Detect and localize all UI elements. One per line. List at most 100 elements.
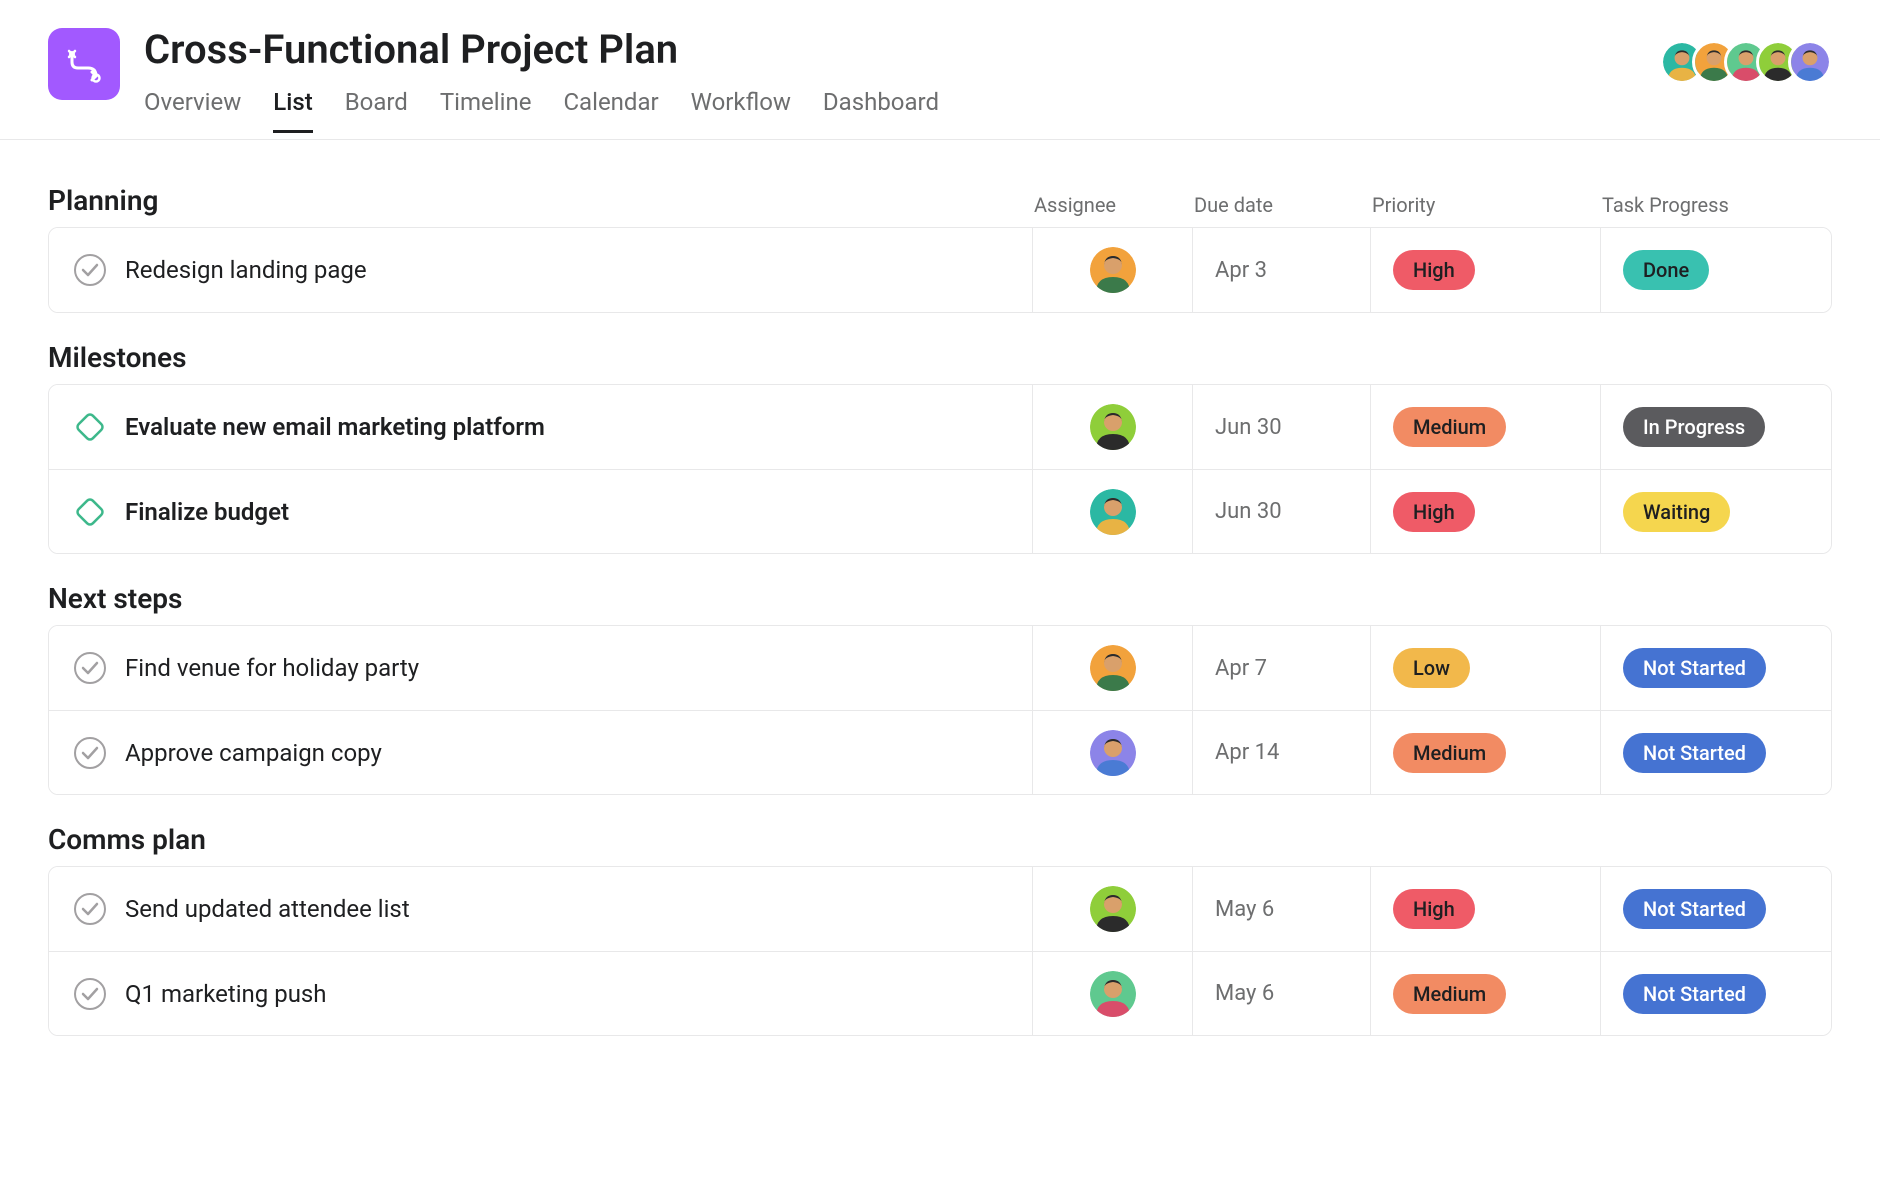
check-circle-icon[interactable] — [73, 977, 107, 1011]
priority-pill: High — [1393, 492, 1475, 532]
task-list: Send updated attendee list May 6HighNot … — [48, 866, 1832, 1036]
progress-pill: In Progress — [1623, 407, 1765, 447]
section-title[interactable]: Comms plan — [48, 823, 206, 856]
priority-pill: Medium — [1393, 407, 1506, 447]
task-row[interactable]: Redesign landing page Apr 3 High Done — [49, 228, 1831, 312]
col-header-assignee[interactable]: Assignee — [1034, 193, 1194, 217]
cell-progress[interactable]: Done — [1601, 228, 1831, 312]
assignee-avatar[interactable] — [1090, 730, 1136, 776]
tab-board[interactable]: Board — [345, 88, 408, 133]
cell-assignee[interactable] — [1033, 711, 1193, 794]
tab-workflow[interactable]: Workflow — [691, 88, 791, 133]
section-title[interactable]: Milestones — [48, 341, 187, 374]
progress-pill: Not Started — [1623, 974, 1766, 1014]
task-row[interactable]: Finalize budget Jun 30 High Waiting — [49, 469, 1831, 553]
progress-pill: Not Started — [1623, 733, 1766, 773]
task-row[interactable]: Q1 marketing push May 6Medium Not Started — [49, 951, 1831, 1035]
cell-priority[interactable]: Medium — [1371, 711, 1601, 794]
cell-assignee[interactable] — [1033, 626, 1193, 710]
header-main: Cross-Functional Project Plan Overview Li… — [144, 20, 1832, 133]
cell-progress[interactable]: Not Started — [1601, 952, 1831, 1035]
task-row[interactable]: Send updated attendee list May 6HighNot … — [49, 867, 1831, 951]
cell-due-date[interactable]: Jun 30 — [1193, 470, 1371, 553]
cell-priority[interactable]: High — [1371, 867, 1601, 951]
cell-progress[interactable]: Not Started — [1601, 867, 1831, 951]
cell-name[interactable]: Redesign landing page — [49, 228, 1033, 312]
member-stack[interactable] — [1660, 40, 1832, 84]
task-row[interactable]: Approve campaign copy Apr 14Medium Not St… — [49, 710, 1831, 794]
task-name: Find venue for holiday party — [125, 654, 419, 682]
task-row[interactable]: Find venue for holiday party Apr 7 Low Not… — [49, 626, 1831, 710]
milestone-icon[interactable] — [73, 410, 107, 444]
cell-progress[interactable]: In Progress — [1601, 385, 1831, 469]
task-name: Finalize budget — [125, 498, 289, 526]
tab-list[interactable]: List — [273, 88, 312, 133]
section-header: Comms plan — [48, 823, 1832, 856]
cell-priority[interactable]: Low — [1371, 626, 1601, 710]
cell-assignee[interactable] — [1033, 385, 1193, 469]
section-title[interactable]: Planning — [48, 184, 158, 217]
member-avatar[interactable] — [1788, 40, 1832, 84]
cell-assignee[interactable] — [1033, 952, 1193, 1035]
assignee-avatar[interactable] — [1090, 971, 1136, 1017]
cell-name[interactable]: Evaluate new email marketing platform — [49, 385, 1033, 469]
tab-dashboard[interactable]: Dashboard — [823, 88, 939, 133]
progress-pill: Waiting — [1623, 492, 1730, 532]
assignee-avatar[interactable] — [1090, 247, 1136, 293]
task-list: Evaluate new email marketing platform Ju… — [48, 384, 1832, 554]
cell-name[interactable]: Find venue for holiday party — [49, 626, 1033, 710]
header: Cross-Functional Project Plan Overview Li… — [0, 0, 1880, 140]
cell-name[interactable]: Finalize budget — [49, 470, 1033, 553]
cell-name[interactable]: Send updated attendee list — [49, 867, 1033, 951]
task-row[interactable]: Evaluate new email marketing platform Ju… — [49, 385, 1831, 469]
assignee-avatar[interactable] — [1090, 489, 1136, 535]
cell-priority[interactable]: Medium — [1371, 952, 1601, 1035]
section: Planning AssigneeDue datePriorityTask Pro… — [48, 184, 1832, 313]
task-name: Evaluate new email marketing platform — [125, 413, 545, 441]
section: Next steps Find venue for holiday party A… — [48, 582, 1832, 795]
cell-priority[interactable]: Medium — [1371, 385, 1601, 469]
cell-due-date[interactable]: Apr 7 — [1193, 626, 1371, 710]
column-headers: AssigneeDue datePriorityTask Progress — [1034, 193, 1832, 217]
cell-due-date[interactable]: May 6 — [1193, 952, 1371, 1035]
cell-assignee[interactable] — [1033, 470, 1193, 553]
assignee-avatar[interactable] — [1090, 404, 1136, 450]
task-name: Q1 marketing push — [125, 980, 327, 1008]
cell-progress[interactable]: Waiting — [1601, 470, 1831, 553]
check-circle-icon[interactable] — [73, 736, 107, 770]
cell-name[interactable]: Approve campaign copy — [49, 711, 1033, 794]
assignee-avatar[interactable] — [1090, 645, 1136, 691]
section-title[interactable]: Next steps — [48, 582, 182, 615]
cell-due-date[interactable]: May 6 — [1193, 867, 1371, 951]
cell-due-date[interactable]: Jun 30 — [1193, 385, 1371, 469]
assignee-avatar[interactable] — [1090, 886, 1136, 932]
section-header: Milestones — [48, 341, 1832, 374]
tab-calendar[interactable]: Calendar — [563, 88, 658, 133]
col-header-progress[interactable]: Task Progress — [1602, 193, 1832, 217]
cell-priority[interactable]: High — [1371, 228, 1601, 312]
cell-priority[interactable]: High — [1371, 470, 1601, 553]
cell-due-date[interactable]: Apr 14 — [1193, 711, 1371, 794]
check-circle-icon[interactable] — [73, 651, 107, 685]
priority-pill: High — [1393, 250, 1475, 290]
milestone-icon[interactable] — [73, 495, 107, 529]
cell-name[interactable]: Q1 marketing push — [49, 952, 1033, 1035]
progress-pill: Not Started — [1623, 648, 1766, 688]
cell-due-date[interactable]: Apr 3 — [1193, 228, 1371, 312]
section: Comms plan Send updated attendee list May… — [48, 823, 1832, 1036]
tab-timeline[interactable]: Timeline — [440, 88, 532, 133]
col-header-due[interactable]: Due date — [1194, 193, 1372, 217]
cell-progress[interactable]: Not Started — [1601, 711, 1831, 794]
progress-pill: Done — [1623, 250, 1709, 290]
priority-pill: Low — [1393, 648, 1470, 688]
check-circle-icon[interactable] — [73, 892, 107, 926]
check-circle-icon[interactable] — [73, 253, 107, 287]
tabs: Overview List Board Timeline Calendar Workflo… — [144, 88, 1832, 133]
section-header: Next steps — [48, 582, 1832, 615]
tab-overview[interactable]: Overview — [144, 88, 241, 133]
col-header-priority[interactable]: Priority — [1372, 193, 1602, 217]
cell-assignee[interactable] — [1033, 228, 1193, 312]
project-title: Cross-Functional Project Plan — [144, 28, 1832, 72]
cell-progress[interactable]: Not Started — [1601, 626, 1831, 710]
cell-assignee[interactable] — [1033, 867, 1193, 951]
